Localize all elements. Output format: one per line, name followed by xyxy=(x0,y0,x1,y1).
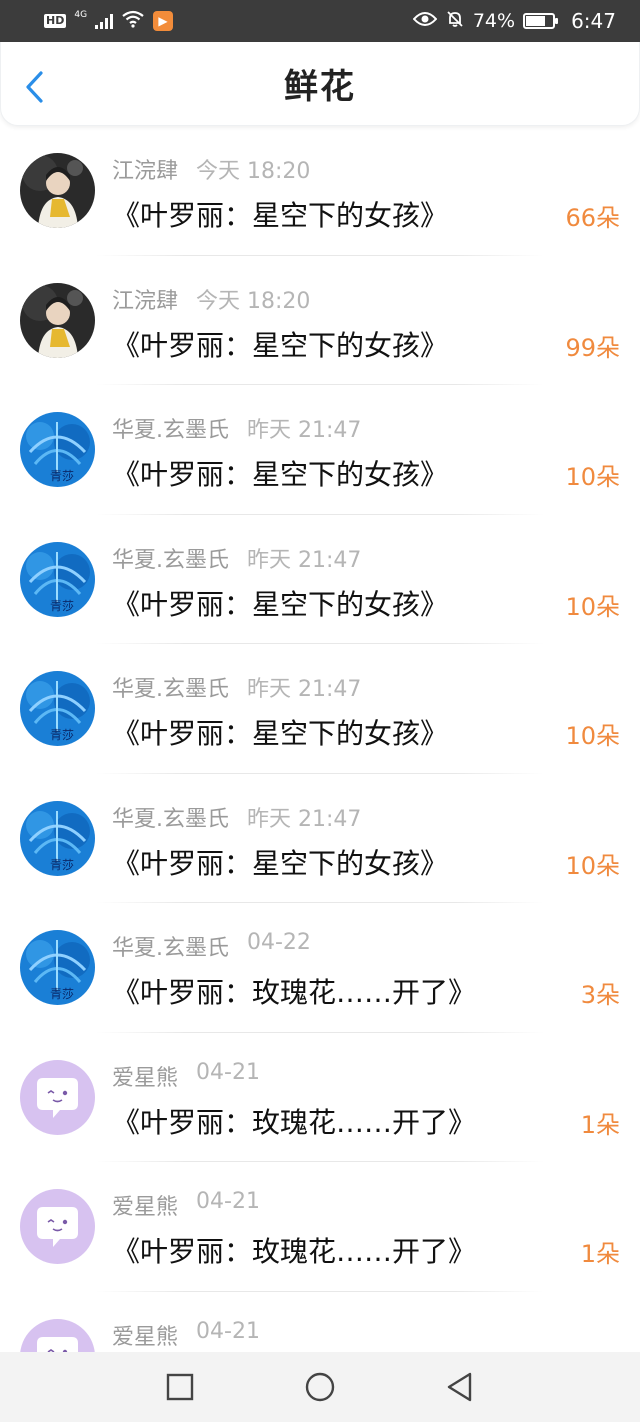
chevron-left-icon xyxy=(26,71,43,103)
back-triangle-icon xyxy=(447,1372,472,1402)
back-button[interactable] xyxy=(19,70,49,104)
eye-icon xyxy=(412,10,438,32)
timestamp: 昨天 21:47 xyxy=(247,677,362,702)
svg-text:青莎: 青莎 xyxy=(50,599,74,613)
flower-count: 1朵 xyxy=(580,1240,620,1268)
avatar[interactable]: 青莎 xyxy=(20,412,95,487)
avatar[interactable]: 青莎 xyxy=(20,930,95,1005)
list-item[interactable]: 江浣肆 今天 18:20 《叶罗丽：星空下的女孩》 99朵 xyxy=(0,256,640,385)
header: 鲜花 xyxy=(0,42,640,126)
list-item[interactable]: 青莎 华夏.玄墨氏 昨天 21:47 《叶罗丽：星空下的女孩》 10朵 xyxy=(0,515,640,644)
timestamp: 昨天 21:47 xyxy=(247,547,362,573)
username[interactable]: 江浣肆 xyxy=(112,153,178,185)
list-item[interactable]: 青莎 华夏.玄墨氏 昨天 21:47 《叶罗丽：星空下的女孩》 10朵 xyxy=(0,644,640,774)
item-meta: 华夏.玄墨氏 昨天 21:47 xyxy=(112,671,361,703)
avatar[interactable] xyxy=(20,1059,95,1135)
list-item[interactable]: 青莎 华夏.玄墨氏 04-22 《叶罗丽：玫瑰花……开了》 3朵 xyxy=(0,903,640,1033)
item-meta: 爱星熊 04-21 xyxy=(112,1060,260,1092)
timestamp: 04-21 xyxy=(196,1189,260,1214)
svg-text:青莎: 青莎 xyxy=(50,728,74,742)
timestamp: 04-22 xyxy=(247,930,311,955)
hd-badge: HD xyxy=(44,14,67,28)
username[interactable]: 华夏.玄墨氏 xyxy=(112,412,229,444)
status-bar: HD 4G ▶ 74% 6:47 xyxy=(0,0,640,42)
flower-count: 1朵 xyxy=(580,1110,620,1139)
flower-count: 10朵 xyxy=(565,592,620,621)
book-title[interactable]: 《叶罗丽：星空下的女孩》 xyxy=(112,583,448,623)
timestamp: 04-21 xyxy=(196,1059,260,1085)
book-title[interactable]: 《叶罗丽：星空下的女孩》 xyxy=(112,194,448,234)
home-button[interactable] xyxy=(300,1367,340,1407)
svg-text:青莎: 青莎 xyxy=(50,987,74,1001)
status-left: HD 4G ▶ xyxy=(44,9,174,33)
recent-apps-button[interactable] xyxy=(160,1367,200,1407)
item-meta: 华夏.玄墨氏 04-22 xyxy=(112,930,311,962)
flower-count: 66朵 xyxy=(565,204,620,232)
battery-fill xyxy=(526,16,546,26)
avatar[interactable] xyxy=(20,1189,95,1264)
home-icon xyxy=(305,1372,335,1402)
flower-count: 10朵 xyxy=(565,851,620,880)
book-title[interactable]: 《叶罗丽：玫瑰花……开了》 xyxy=(112,1101,476,1141)
list-item[interactable]: 爱星熊 04-21 xyxy=(0,1292,640,1352)
item-meta: 江浣肆 今天 18:20 xyxy=(112,283,310,315)
book-title[interactable]: 《叶罗丽：玫瑰花……开了》 xyxy=(112,971,476,1011)
list-item[interactable]: 青莎 华夏.玄墨氏 昨天 21:47 《叶罗丽：星空下的女孩》 10朵 xyxy=(0,385,640,515)
timestamp: 昨天 21:47 xyxy=(247,418,362,443)
flower-count: 3朵 xyxy=(580,981,620,1009)
page-title: 鲜花 xyxy=(284,67,356,107)
username[interactable]: 爱星熊 xyxy=(112,1060,178,1092)
avatar[interactable]: 青莎 xyxy=(20,800,95,876)
username[interactable]: 华夏.玄墨氏 xyxy=(112,930,229,962)
status-right: 74% 6:47 xyxy=(412,9,616,34)
username[interactable]: 爱星熊 xyxy=(112,1319,178,1351)
timestamp: 今天 18:20 xyxy=(196,159,311,184)
avatar[interactable]: 青莎 xyxy=(20,671,95,746)
list-item[interactable]: 江浣肆 今天 18:20 《叶罗丽：星空下的女孩》 66朵 xyxy=(0,126,640,256)
username[interactable]: 江浣肆 xyxy=(112,283,178,315)
avatar[interactable] xyxy=(20,1318,95,1352)
item-meta: 华夏.玄墨氏 昨天 21:47 xyxy=(112,801,361,833)
back-nav-button[interactable] xyxy=(440,1367,480,1407)
username[interactable]: 华夏.玄墨氏 xyxy=(112,671,229,703)
flower-count: 99朵 xyxy=(565,333,620,362)
avatar[interactable] xyxy=(20,153,95,228)
signal-icon xyxy=(95,13,114,29)
battery-percent: 74% xyxy=(472,10,516,32)
book-title[interactable]: 《叶罗丽：星空下的女孩》 xyxy=(112,712,448,752)
wifi-icon xyxy=(121,10,145,33)
app-notification-icon: ▶ xyxy=(153,11,174,31)
username[interactable]: 爱星熊 xyxy=(112,1189,178,1221)
list-item[interactable]: 爱星熊 04-21 《叶罗丽：玫瑰花……开了》 1朵 xyxy=(0,1162,640,1292)
flower-record-list[interactable]: 江浣肆 今天 18:20 《叶罗丽：星空下的女孩》 66朵 江浣肆 今天 18:20 《叶罗… xyxy=(0,126,640,1352)
avatar[interactable]: 青莎 xyxy=(20,541,95,617)
book-title[interactable]: 《叶罗丽：玫瑰花……开了》 xyxy=(112,1230,476,1270)
network-label: 4G xyxy=(74,9,88,20)
recent-apps-icon xyxy=(166,1373,194,1401)
list-item[interactable]: 青莎 华夏.玄墨氏 昨天 21:47 《叶罗丽：星空下的女孩》 10朵 xyxy=(0,774,640,903)
item-meta: 爱星熊 04-21 xyxy=(112,1319,260,1351)
timestamp: 04-21 xyxy=(196,1318,260,1344)
timestamp: 今天 18:20 xyxy=(196,288,311,314)
username[interactable]: 华夏.玄墨氏 xyxy=(112,801,229,833)
item-meta: 爱星熊 04-21 xyxy=(112,1189,260,1221)
clock: 6:47 xyxy=(571,9,616,33)
item-meta: 华夏.玄墨氏 昨天 21:47 xyxy=(112,542,361,574)
book-title[interactable]: 《叶罗丽：星空下的女孩》 xyxy=(112,842,448,882)
svg-text:青莎: 青莎 xyxy=(50,469,74,483)
item-meta: 华夏.玄墨氏 昨天 21:47 xyxy=(112,412,361,444)
mute-bell-icon xyxy=(445,9,465,34)
username[interactable]: 华夏.玄墨氏 xyxy=(112,542,229,574)
book-title[interactable]: 《叶罗丽：星空下的女孩》 xyxy=(112,324,448,364)
svg-text:青莎: 青莎 xyxy=(50,858,74,872)
list-item[interactable]: 爱星熊 04-21 《叶罗丽：玫瑰花……开了》 1朵 xyxy=(0,1033,640,1162)
avatar[interactable] xyxy=(20,282,95,358)
flower-count: 10朵 xyxy=(565,463,620,491)
battery-icon xyxy=(523,13,559,29)
flower-count: 10朵 xyxy=(565,722,620,750)
system-nav-bar xyxy=(0,1352,640,1422)
item-meta: 江浣肆 今天 18:20 xyxy=(112,153,310,185)
timestamp: 昨天 21:47 xyxy=(247,806,362,832)
book-title[interactable]: 《叶罗丽：星空下的女孩》 xyxy=(112,453,448,493)
